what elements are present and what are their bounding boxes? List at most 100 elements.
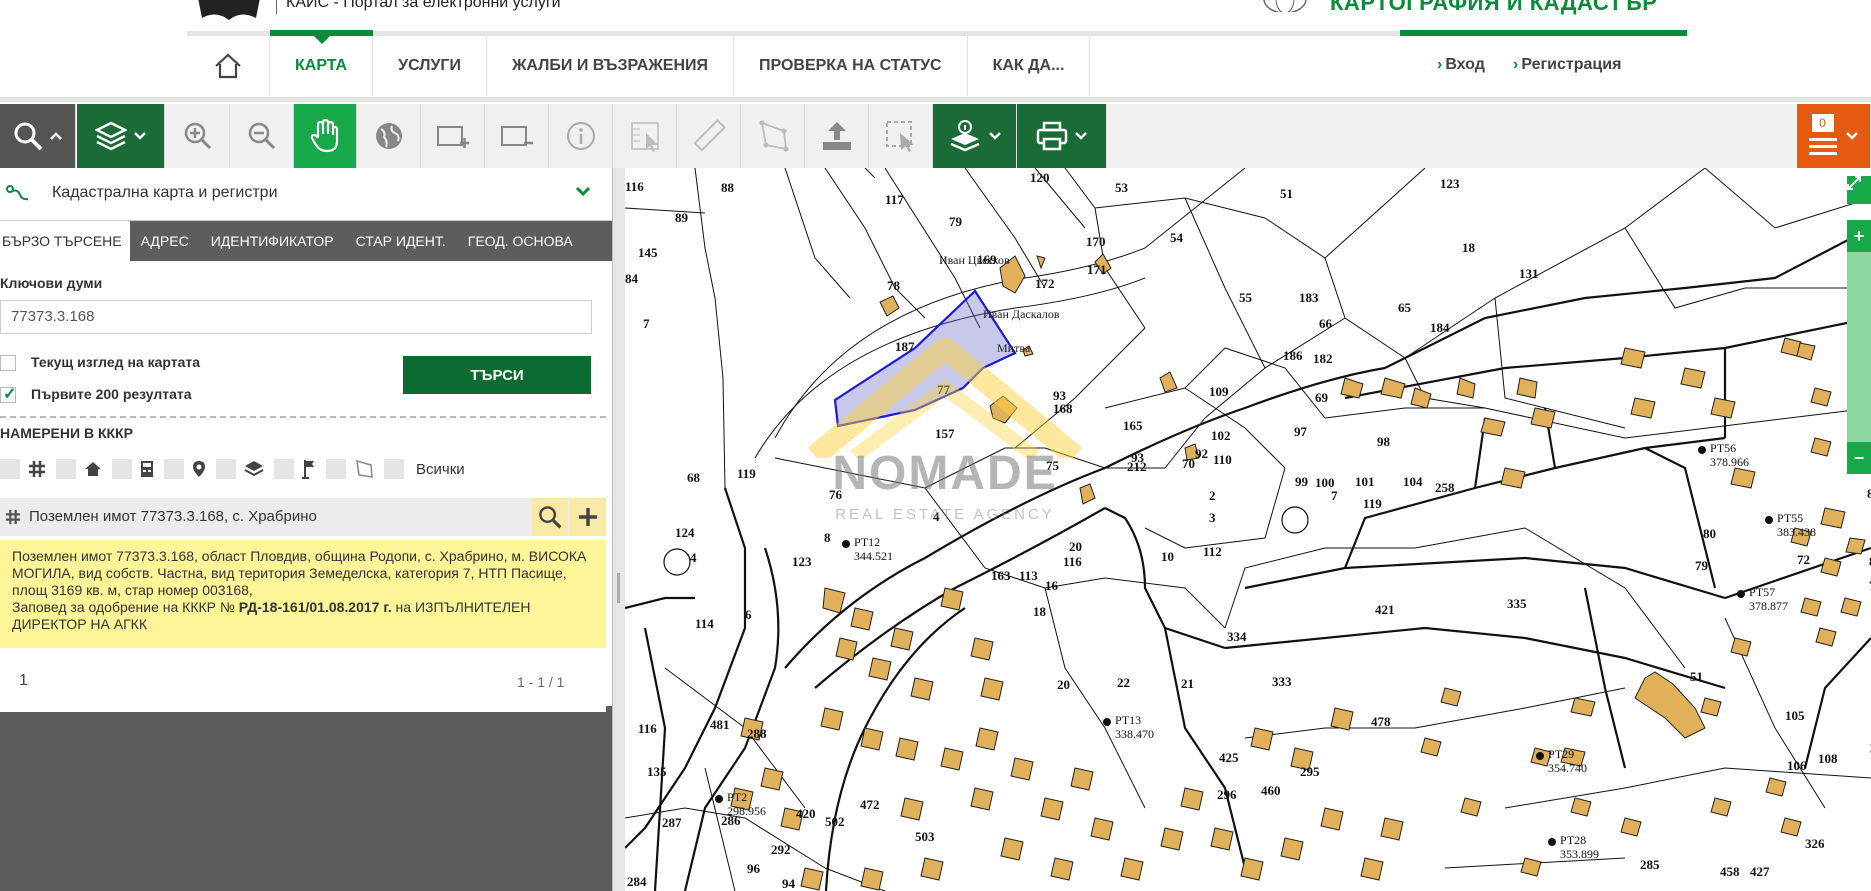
lot-label-98[interactable]: 98 bbox=[1377, 434, 1391, 449]
lot-label-478[interactable]: 478 bbox=[1371, 714, 1391, 729]
select-area-button[interactable] bbox=[869, 104, 933, 168]
lot-label-186[interactable]: 186 bbox=[1283, 348, 1303, 363]
login-link[interactable]: › Вход bbox=[1437, 56, 1485, 74]
lot-label-119[interactable]: 119 bbox=[737, 466, 756, 481]
filter-checkbox[interactable] bbox=[326, 459, 346, 479]
filter-all-label[interactable]: Всички bbox=[416, 461, 465, 478]
tab-geodetic-base[interactable]: ГЕОД. ОСНОВА bbox=[457, 221, 584, 261]
lot-label-51[interactable]: 51 bbox=[1280, 186, 1293, 201]
lot-label-116[interactable]: 116 bbox=[638, 721, 657, 736]
lot-label-427[interactable]: 427 bbox=[1750, 864, 1770, 879]
lot-label-68[interactable]: 68 bbox=[687, 470, 701, 485]
survey-point-marker[interactable] bbox=[1765, 516, 1773, 524]
zoom-slider[interactable] bbox=[1847, 252, 1871, 442]
filter-checkbox[interactable] bbox=[384, 459, 404, 479]
lot-label-21[interactable]: 21 bbox=[1181, 676, 1194, 691]
results-menu-button[interactable]: 0 bbox=[1797, 104, 1871, 168]
lot-label-287[interactable]: 287 bbox=[662, 815, 682, 830]
lot-label-20[interactable]: 20 bbox=[1069, 539, 1082, 554]
lot-label-131[interactable]: 131 bbox=[1519, 266, 1539, 281]
lot-label-93[interactable]: 93 bbox=[1131, 450, 1145, 465]
lot-label-113[interactable]: 113 bbox=[1019, 568, 1038, 583]
nav-home[interactable] bbox=[187, 36, 270, 96]
lot-label-88[interactable]: 88 bbox=[721, 180, 735, 195]
lot-label-135[interactable]: 135 bbox=[647, 764, 667, 779]
lot-label-54[interactable]: 54 bbox=[1170, 230, 1184, 245]
register-link[interactable]: › Регистрация bbox=[1513, 56, 1621, 74]
survey-point-marker[interactable] bbox=[1548, 838, 1556, 846]
page-number[interactable]: 1 bbox=[19, 672, 28, 690]
lot-label-53[interactable]: 53 bbox=[1115, 180, 1129, 195]
lot-label-120[interactable]: 120 bbox=[1030, 170, 1050, 185]
layers-tool-button[interactable] bbox=[77, 104, 165, 168]
globe-button[interactable] bbox=[357, 104, 421, 168]
nav-services[interactable]: УСЛУГИ bbox=[373, 36, 487, 96]
lot-label-96[interactable]: 96 bbox=[747, 861, 761, 876]
survey-point-marker[interactable] bbox=[1103, 718, 1111, 726]
lot-label-92[interactable]: 92 bbox=[1195, 446, 1208, 461]
lot-label-18[interactable]: 18 bbox=[1033, 604, 1047, 619]
cadastral-map[interactable]: 116 88 89 145 84 7 117 79 120 53 51 123 78 169 172 170 1… bbox=[625, 168, 1871, 891]
lot-label-292[interactable]: 292 bbox=[771, 842, 791, 857]
lot-label-7[interactable]: 7 bbox=[643, 316, 650, 331]
lot-label-163[interactable]: 163 bbox=[991, 568, 1011, 583]
lot-label-3[interactable]: 3 bbox=[1209, 510, 1216, 525]
map-zoom-out-button[interactable]: − bbox=[1847, 442, 1871, 474]
lot-label-425[interactable]: 425 bbox=[1219, 750, 1239, 765]
lot-label-70[interactable]: 70 bbox=[1182, 456, 1195, 471]
lot-label-421[interactable]: 421 bbox=[1375, 602, 1395, 617]
lot-label-76[interactable]: 76 bbox=[829, 487, 843, 502]
lot-label-55[interactable]: 55 bbox=[1239, 290, 1253, 305]
lot-label-80[interactable]: 80 bbox=[1703, 526, 1716, 541]
tab-address[interactable]: АДРЕС bbox=[130, 221, 200, 261]
search-tool-button[interactable] bbox=[0, 104, 76, 168]
lot-label-75[interactable]: 75 bbox=[1046, 458, 1060, 473]
nav-complaints[interactable]: ЖАЛБИ И ВЪЗРАЖЕНИЯ bbox=[487, 36, 734, 96]
info-button[interactable] bbox=[549, 104, 613, 168]
lot-label-503[interactable]: 503 bbox=[915, 829, 935, 844]
nav-status-check[interactable]: ПРОВЕРКА НА СТАТУС bbox=[734, 36, 968, 96]
survey-point-marker[interactable] bbox=[1698, 446, 1706, 454]
zoom-out-button[interactable] bbox=[230, 104, 294, 168]
filter-zone[interactable] bbox=[354, 459, 374, 479]
filter-apartment[interactable] bbox=[140, 460, 154, 478]
filter-checkbox[interactable] bbox=[112, 459, 132, 479]
lot-label-170[interactable]: 170 bbox=[1086, 234, 1106, 249]
filter-checkbox[interactable] bbox=[56, 459, 76, 479]
layer-info-button[interactable] bbox=[933, 104, 1017, 168]
pan-tool-button[interactable] bbox=[294, 104, 357, 168]
lot-label-6[interactable]: 6 bbox=[745, 607, 752, 622]
lot-label-502[interactable]: 502 bbox=[825, 814, 845, 829]
filter-parcel[interactable] bbox=[28, 460, 46, 478]
lot-label-7[interactable]: 7 bbox=[1331, 488, 1338, 503]
lot-label-165[interactable]: 165 bbox=[1123, 418, 1143, 433]
filter-building[interactable] bbox=[84, 460, 102, 478]
lot-label-295[interactable]: 295 bbox=[1300, 764, 1320, 779]
zoom-to-result-button[interactable] bbox=[532, 498, 568, 536]
panel-splitter[interactable] bbox=[612, 168, 626, 891]
remove-frame-button[interactable] bbox=[485, 104, 549, 168]
upload-button[interactable] bbox=[805, 104, 869, 168]
lot-label-420[interactable]: 420 bbox=[796, 806, 816, 821]
lot-label-69[interactable]: 69 bbox=[1315, 390, 1329, 405]
lot-label-22[interactable]: 22 bbox=[1117, 675, 1130, 690]
lot-label-79[interactable]: 79 bbox=[949, 214, 963, 229]
survey-point-marker[interactable] bbox=[842, 540, 850, 548]
filter-checkbox[interactable] bbox=[274, 459, 294, 479]
lot-label-117[interactable]: 117 bbox=[885, 192, 904, 207]
lot-label-8[interactable]: 8 bbox=[824, 530, 831, 545]
lot-label-157[interactable]: 157 bbox=[935, 426, 955, 441]
survey-point-marker[interactable] bbox=[1737, 590, 1745, 598]
lot-label-334[interactable]: 334 bbox=[1227, 629, 1247, 644]
lot-label-84[interactable]: 84 bbox=[625, 271, 639, 286]
lot-label-258[interactable]: 258 bbox=[1435, 480, 1455, 495]
lot-label-168[interactable]: 168 bbox=[1053, 401, 1073, 416]
lot-label-335[interactable]: 335 bbox=[1507, 596, 1527, 611]
lot-label-123[interactable]: 123 bbox=[792, 554, 812, 569]
lot-label-285[interactable]: 285 bbox=[1640, 857, 1660, 872]
lot-label-116[interactable]: 116 bbox=[1063, 554, 1082, 569]
lot-label-102[interactable]: 102 bbox=[1211, 428, 1231, 443]
lot-label-89[interactable]: 89 bbox=[675, 210, 689, 225]
filter-geodetic[interactable] bbox=[302, 459, 316, 479]
lot-label-104[interactable]: 104 bbox=[1403, 474, 1423, 489]
